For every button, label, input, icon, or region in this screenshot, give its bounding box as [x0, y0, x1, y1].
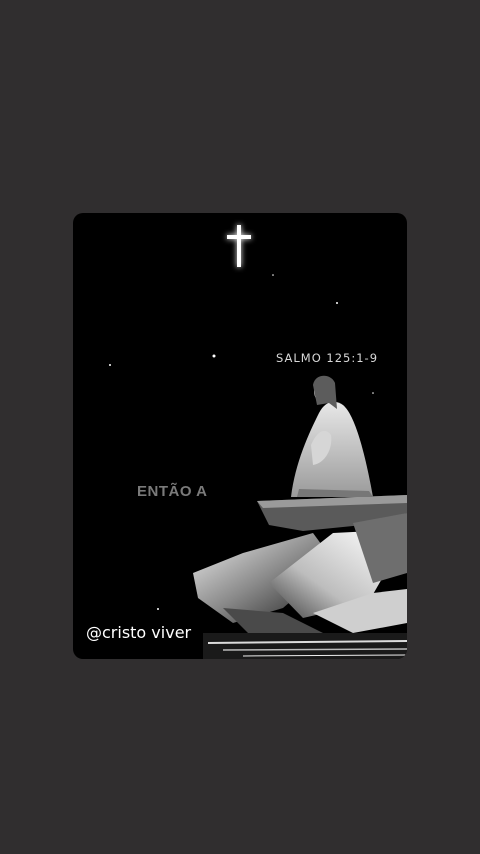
story-card[interactable]: SALMO 125:1-9 ENTÃO A @cristo viver	[73, 213, 407, 659]
glowing-cross-icon	[227, 225, 251, 267]
caption-text: ENTÃO A	[137, 483, 208, 500]
praying-figure-illustration	[109, 225, 407, 659]
watermark-handle: @cristo viver	[86, 623, 192, 642]
kneeling-figure	[291, 375, 373, 497]
water-reflection	[203, 633, 407, 659]
verse-reference: SALMO 125:1-9	[276, 351, 379, 365]
